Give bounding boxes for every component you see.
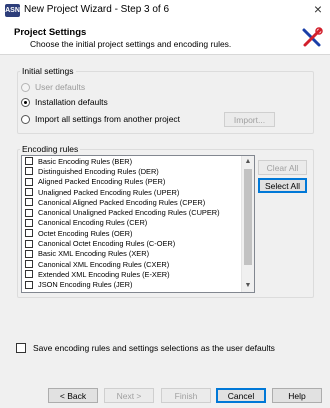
checkbox[interactable] [25,198,33,207]
checkbox[interactable] [25,218,33,227]
list-item[interactable]: Canonical Aligned Packed Encoding Rules … [22,197,254,207]
checkbox[interactable] [25,188,33,197]
radio-label: User defaults [35,82,86,92]
list-item-label: Canonical XML Encoding Rules (CXER) [38,259,170,269]
initial-settings-legend: Initial settings [22,66,74,76]
list-item-label: Aligned Packed Encoding Rules (PER) [38,177,166,187]
page-title: Project Settings [14,27,87,38]
list-item[interactable]: Distinguished Encoding Rules (DER) [22,166,254,176]
vertical-scrollbar[interactable]: ▲ ▼ [241,156,254,292]
wizard-header: Project Settings Choose the initial proj… [0,22,330,55]
scroll-down-icon[interactable]: ▼ [242,280,254,292]
list-item[interactable]: Canonical Unaligned Packed Encoding Rule… [22,207,254,217]
list-item-label: Canonical Unaligned Packed Encoding Rule… [38,208,220,218]
window-title: New Project Wizard - Step 3 of 6 [24,4,170,15]
list-item[interactable]: JSON Encoding Rules (JER) [22,280,254,290]
scroll-thumb[interactable] [244,169,252,265]
checkbox[interactable] [25,177,33,186]
list-item-label: Canonical Aligned Packed Encoding Rules … [38,197,206,207]
cancel-button[interactable]: Cancel [216,388,266,403]
checkbox[interactable] [25,260,33,269]
encoding-rules-list[interactable]: Basic Encoding Rules (BER) Distinguished… [21,155,255,293]
back-button[interactable]: < Back [48,388,98,403]
checkbox[interactable] [25,270,33,279]
radio-button[interactable] [21,97,30,107]
list-item-label: JSON Encoding Rules (JER) [38,280,133,290]
list-item[interactable]: Canonical Encoding Rules (CER) [22,218,254,228]
save-defaults-checkbox[interactable] [16,343,26,353]
list-item[interactable]: Basic Encoding Rules (BER) [22,156,254,166]
checkbox[interactable] [25,249,33,258]
list-item[interactable]: Basic XML Encoding Rules (XER) [22,249,254,259]
list-item-label: Distinguished Encoding Rules (DER) [38,166,159,176]
list-item[interactable]: Octet Encoding Rules (OER) [22,228,254,238]
checkbox[interactable] [25,280,33,289]
list-item[interactable]: Canonical XML Encoding Rules (CXER) [22,259,254,269]
save-defaults-row[interactable]: Save encoding rules and settings selecti… [16,343,275,353]
import-button[interactable]: Import... [224,112,275,127]
next-button[interactable]: Next > [104,388,154,403]
list-item-label: Basic XML Encoding Rules (XER) [38,249,150,259]
tools-icon [302,27,323,47]
radio-import-settings[interactable]: Import all settings from another project [21,114,180,124]
encoding-rules-legend: Encoding rules [22,144,79,154]
radio-button[interactable] [21,82,30,92]
close-icon[interactable]: × [314,1,322,17]
checkbox[interactable] [25,157,33,166]
list-item-label: Extended XML Encoding Rules (E-XER) [38,269,170,279]
radio-installation-defaults[interactable]: Installation defaults [21,97,108,107]
list-item[interactable]: Unaligned Packed Encoding Rules (UPER) [22,187,254,197]
list-item-label: Basic Encoding Rules (BER) [38,156,133,166]
finish-button[interactable]: Finish [161,388,211,403]
list-item-label: Canonical Octet Encoding Rules (C-OER) [38,239,176,249]
radio-button[interactable] [21,114,30,124]
app-icon: ASN [5,4,20,17]
checkbox[interactable] [25,239,33,248]
checkbox[interactable] [25,208,33,217]
checkbox[interactable] [25,167,33,176]
title-bar: ASN New Project Wizard - Step 3 of 6 × [0,0,330,23]
radio-user-defaults[interactable]: User defaults [21,82,85,92]
checkbox[interactable] [25,229,33,238]
list-item[interactable]: Aligned Packed Encoding Rules (PER) [22,177,254,187]
save-defaults-label: Save encoding rules and settings selecti… [33,343,275,353]
scroll-up-icon[interactable]: ▲ [242,156,254,168]
list-item-label: Octet Encoding Rules (OER) [38,228,133,238]
radio-label: Installation defaults [35,97,108,107]
select-all-button[interactable]: Select All [258,178,307,193]
list-item-label: Unaligned Packed Encoding Rules (UPER) [38,187,180,197]
list-item[interactable]: Canonical Octet Encoding Rules (C-OER) [22,238,254,248]
list-item-label: Canonical Encoding Rules (CER) [38,218,148,228]
radio-label: Import all settings from another project [35,114,181,124]
help-button[interactable]: Help [272,388,322,403]
clear-all-button[interactable]: Clear All [258,160,307,175]
list-item[interactable]: Extended XML Encoding Rules (E-XER) [22,269,254,279]
page-subtitle: Choose the initial project settings and … [30,39,232,49]
